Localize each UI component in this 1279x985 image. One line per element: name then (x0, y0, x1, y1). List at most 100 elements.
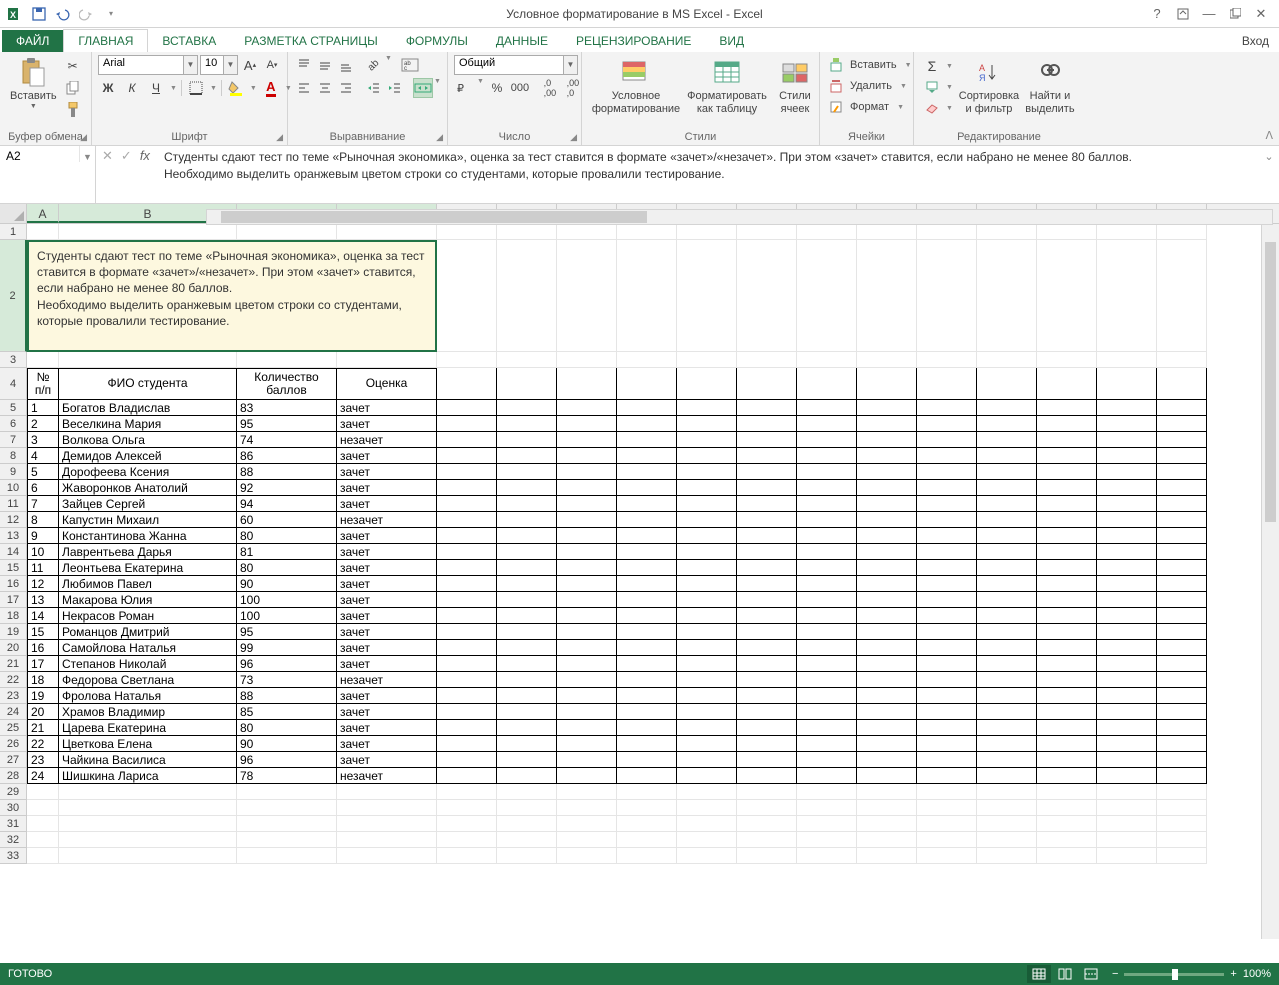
cell[interactable] (27, 352, 59, 368)
table-cell[interactable]: 95 (237, 624, 337, 640)
cell[interactable] (677, 368, 737, 400)
cell[interactable] (677, 640, 737, 656)
cell[interactable] (797, 656, 857, 672)
cell[interactable] (977, 464, 1037, 480)
cell[interactable] (497, 608, 557, 624)
row-header[interactable]: 30 (0, 800, 27, 816)
cell[interactable] (677, 496, 737, 512)
table-cell[interactable]: Макарова Юлия (59, 592, 237, 608)
cell[interactable] (437, 368, 497, 400)
cell[interactable] (1097, 592, 1157, 608)
cell[interactable] (1097, 480, 1157, 496)
cell[interactable] (857, 432, 917, 448)
cell[interactable] (557, 768, 617, 784)
row-header[interactable]: 1 (0, 224, 27, 240)
cell[interactable] (797, 432, 857, 448)
cell[interactable] (737, 768, 797, 784)
cell[interactable] (797, 688, 857, 704)
cell[interactable] (437, 816, 497, 832)
cell[interactable] (737, 224, 797, 240)
row-header[interactable]: 17 (0, 592, 27, 608)
row-header[interactable]: 19 (0, 624, 27, 640)
cell[interactable] (1037, 608, 1097, 624)
cell[interactable] (797, 800, 857, 816)
cell[interactable] (737, 400, 797, 416)
cell[interactable] (497, 640, 557, 656)
cell[interactable] (917, 448, 977, 464)
cell[interactable] (1037, 736, 1097, 752)
cell[interactable] (677, 432, 737, 448)
cell[interactable] (617, 768, 677, 784)
cell[interactable] (557, 704, 617, 720)
cell[interactable] (677, 800, 737, 816)
cell[interactable] (797, 704, 857, 720)
cell[interactable] (1157, 224, 1207, 240)
cell[interactable] (437, 224, 497, 240)
sort-filter-button[interactable]: АЯ Сортировка и фильтр (957, 55, 1021, 117)
table-cell[interactable]: 92 (237, 480, 337, 496)
cell[interactable] (497, 480, 557, 496)
cell[interactable] (977, 224, 1037, 240)
cell[interactable] (797, 768, 857, 784)
table-cell[interactable]: 85 (237, 704, 337, 720)
cell[interactable] (1157, 800, 1207, 816)
cell[interactable] (917, 608, 977, 624)
cell[interactable] (1157, 464, 1207, 480)
cell[interactable] (977, 608, 1037, 624)
cell[interactable] (497, 512, 557, 528)
cell[interactable] (557, 608, 617, 624)
cell[interactable] (1037, 688, 1097, 704)
cell[interactable] (917, 640, 977, 656)
cell[interactable] (557, 672, 617, 688)
table-cell[interactable]: 95 (237, 416, 337, 432)
cell[interactable] (557, 736, 617, 752)
cell[interactable] (917, 480, 977, 496)
cell[interactable] (1037, 240, 1097, 352)
cell[interactable] (797, 672, 857, 688)
cell[interactable] (1157, 656, 1207, 672)
cell[interactable] (737, 368, 797, 400)
cell[interactable] (797, 400, 857, 416)
row-header[interactable]: 20 (0, 640, 27, 656)
select-all-button[interactable] (0, 204, 27, 223)
cell[interactable] (1157, 624, 1207, 640)
cell[interactable] (1157, 400, 1207, 416)
row-header[interactable]: 32 (0, 832, 27, 848)
cell[interactable] (917, 496, 977, 512)
cell[interactable] (557, 816, 617, 832)
cell[interactable] (59, 224, 237, 240)
cell[interactable] (857, 480, 917, 496)
table-header[interactable]: Количество баллов (237, 368, 337, 400)
italic-button[interactable]: К (122, 78, 142, 98)
table-cell[interactable]: зачет (337, 704, 437, 720)
cell[interactable] (27, 784, 59, 800)
table-cell[interactable]: зачет (337, 592, 437, 608)
cell[interactable] (617, 608, 677, 624)
cell[interactable] (977, 240, 1037, 352)
cell[interactable] (977, 448, 1037, 464)
table-cell[interactable]: 11 (27, 560, 59, 576)
cell[interactable] (557, 848, 617, 864)
cell[interactable] (237, 784, 337, 800)
align-left-icon[interactable] (294, 78, 314, 98)
table-cell[interactable]: Царева Екатерина (59, 720, 237, 736)
cell[interactable] (617, 496, 677, 512)
cell[interactable] (337, 352, 437, 368)
cell[interactable] (437, 480, 497, 496)
cell[interactable] (797, 816, 857, 832)
table-cell[interactable]: Дорофеева Ксения (59, 464, 237, 480)
table-cell[interactable]: Демидов Алексей (59, 448, 237, 464)
cell[interactable] (617, 640, 677, 656)
page-layout-view-icon[interactable] (1053, 965, 1077, 983)
table-cell[interactable]: зачет (337, 720, 437, 736)
cell[interactable] (857, 560, 917, 576)
cell[interactable] (677, 848, 737, 864)
cell[interactable] (1037, 752, 1097, 768)
cell[interactable] (437, 592, 497, 608)
cell[interactable] (237, 800, 337, 816)
cell[interactable] (1097, 352, 1157, 368)
cell[interactable] (677, 480, 737, 496)
cell[interactable] (337, 832, 437, 848)
cell[interactable] (797, 576, 857, 592)
ribbon-tab-формулы[interactable]: ФОРМУЛЫ (392, 30, 482, 52)
